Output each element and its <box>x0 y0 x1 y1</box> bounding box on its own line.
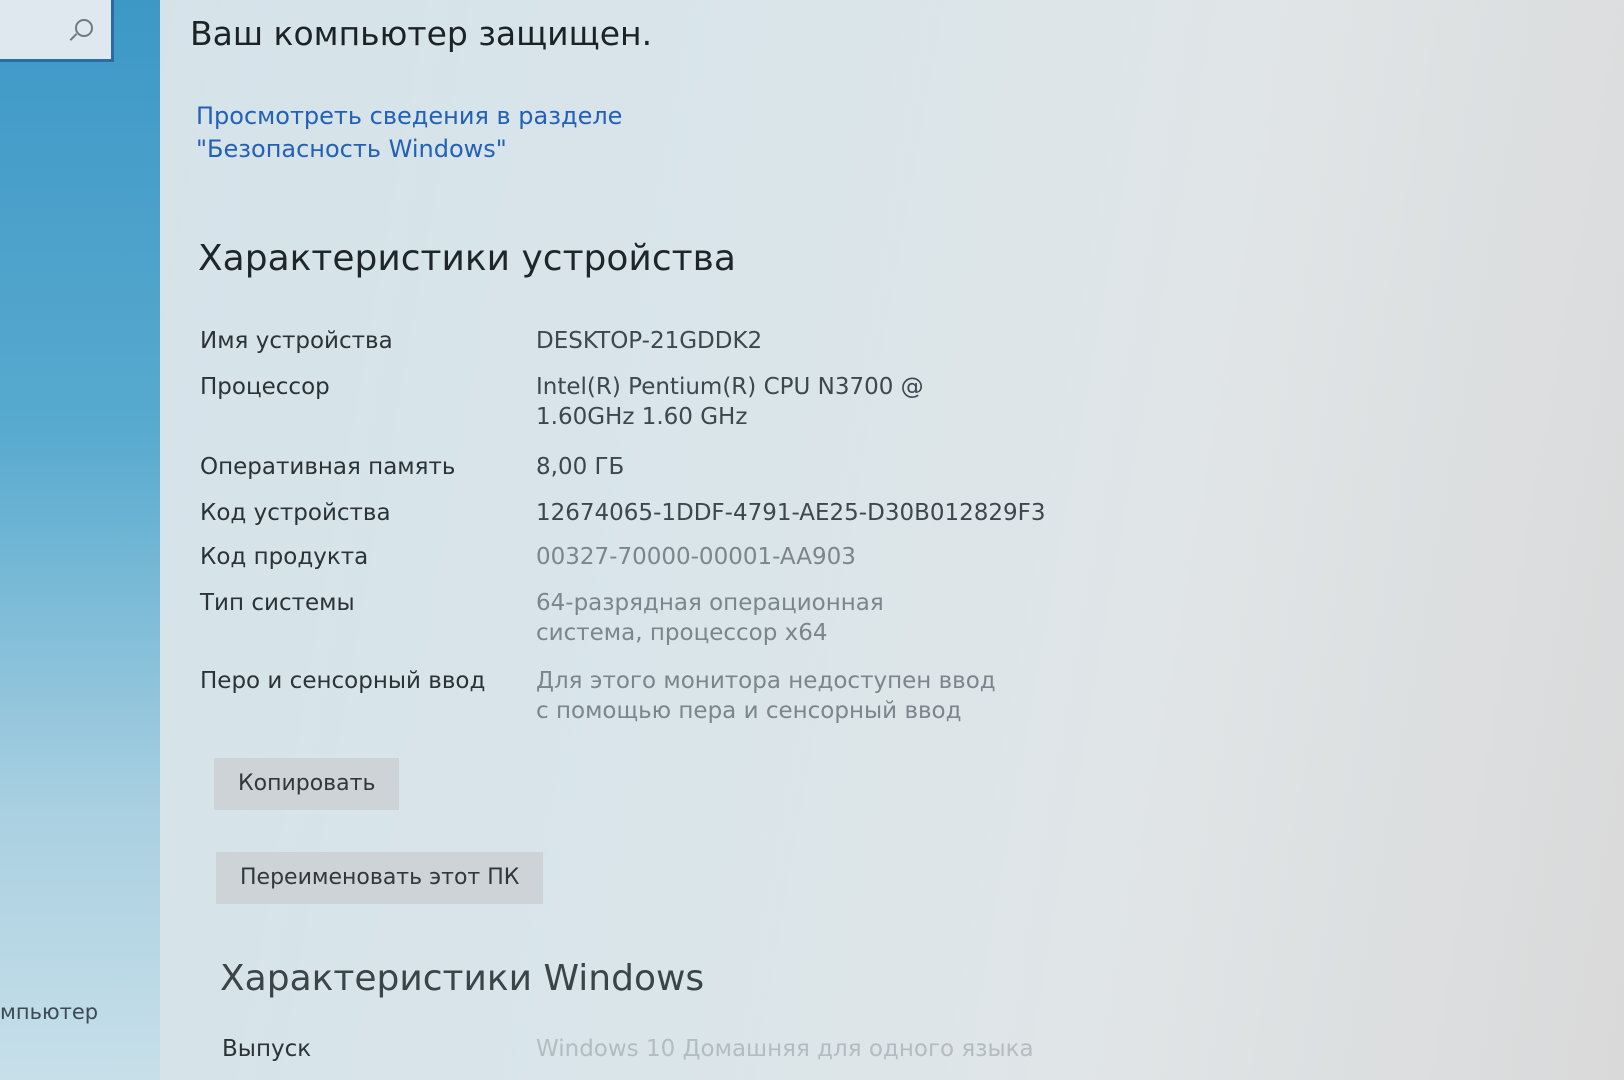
rename-pc-button[interactable]: Переименовать этот ПК <box>216 852 544 904</box>
search-icon[interactable] <box>75 19 93 37</box>
spec-label: Код устройства <box>200 500 391 526</box>
spec-value: 8,00 ГБ <box>536 454 625 480</box>
spec-label: Процессор <box>200 374 330 400</box>
windows-security-link[interactable]: Просмотреть сведения в разделе "Безопасн… <box>196 100 796 166</box>
spec-label: Выпуск <box>222 1036 312 1062</box>
spec-value: 00327-70000-00001-AA903 <box>536 544 856 570</box>
spec-value: DESKTOP-21GDDK2 <box>536 328 763 354</box>
sidebar-item-computer[interactable]: мпьютер <box>0 1000 98 1024</box>
about-panel: Ваш компьютер защищен. Просмотреть сведе… <box>160 0 1624 1080</box>
device-spec-title: Характеристики устройства <box>198 238 736 279</box>
search-box[interactable] <box>0 0 114 62</box>
spec-label: Код продукта <box>200 544 369 570</box>
spec-label: Имя устройства <box>200 328 393 354</box>
spec-label: Оперативная память <box>200 454 456 480</box>
spec-label: Тип системы <box>200 590 355 616</box>
spec-label: Перо и сенсорный ввод <box>200 668 486 694</box>
spec-value: Windows 10 Домашняя для одного языка <box>536 1036 1034 1062</box>
spec-value: 64-разрядная операционная система, проце… <box>536 590 884 646</box>
spec-value: Для этого монитора недоступен ввод с пом… <box>536 668 996 724</box>
sidebar: мпьютер <box>0 0 160 1080</box>
windows-spec-title: Характеристики Windows <box>220 958 705 999</box>
spec-value: 12674065-1DDF-4791-AE25-D30B012829F3 <box>536 500 1046 526</box>
spec-value: Intel(R) Pentium(R) CPU N3700 @ 1.60GHz … <box>536 374 924 430</box>
copy-button[interactable]: Копировать <box>214 758 400 810</box>
protection-status: Ваш компьютер защищен. <box>190 14 653 53</box>
